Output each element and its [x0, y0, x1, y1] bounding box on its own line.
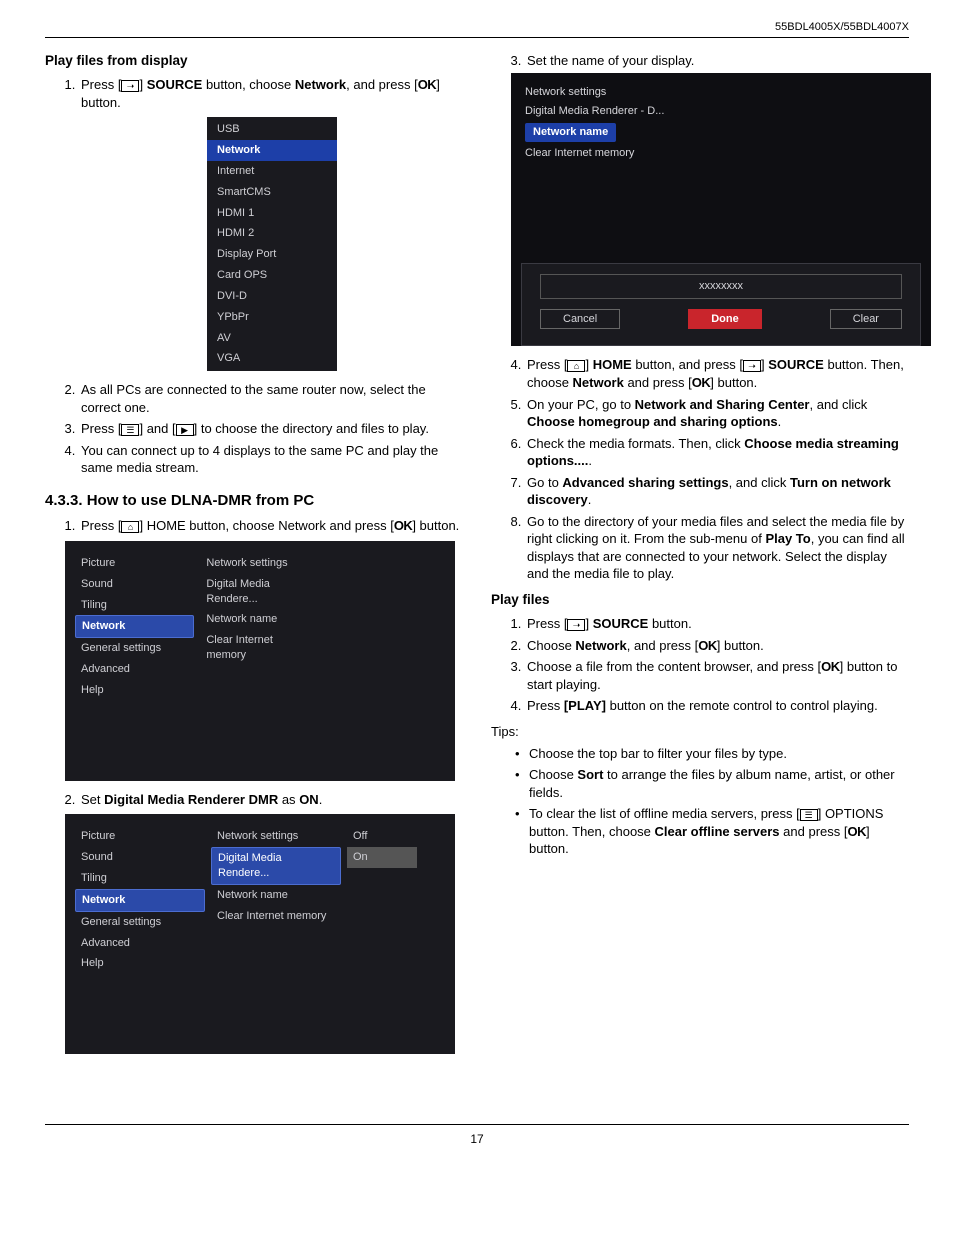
menu-item: HDMI 1 — [207, 203, 337, 224]
name-input-box: xxxxxxxx Cancel Done Clear — [521, 263, 921, 347]
left-column: Play files from display Press [➝] SOURCE… — [45, 52, 463, 1065]
step-4: You can connect up to 4 displays to the … — [79, 442, 463, 477]
dialog-buttons: Cancel Done Clear — [540, 309, 902, 330]
source-icon: ➝ — [567, 619, 585, 631]
tip-3: To clear the list of offline media serve… — [515, 805, 909, 858]
home-icon: ⌂ — [121, 521, 139, 533]
step-3: Press [☰] and [▶] to choose the director… — [79, 420, 463, 438]
menu-item: SmartCMS — [207, 182, 337, 203]
model-number: 55BDL4005X/55BDL4007X — [775, 21, 909, 33]
play-files-subhead: Play files — [491, 591, 909, 609]
nav-icon: ☰ — [121, 424, 139, 436]
page-header: 55BDL4005X/55BDL4007X — [45, 20, 909, 38]
play-files-heading: Play files from display — [45, 52, 463, 70]
menu-item: AV — [207, 328, 337, 349]
menu-item: USB — [207, 119, 337, 140]
dlna-step-2: Set Digital Media Renderer DMR as ON. Pi… — [79, 791, 463, 1055]
menu-item-selected: Network — [207, 140, 337, 161]
settings-mid-pane: Network settings Digital Media Rendere..… — [211, 826, 341, 1042]
dlna-steps-cont: Set the name of your display. Network se… — [491, 52, 909, 583]
dlna-step-5: On your PC, go to Network and Sharing Ce… — [525, 396, 909, 431]
play-files-steps-2: Press [➝] SOURCE button. Choose Network,… — [491, 615, 909, 715]
menu-item: HDMI 2 — [207, 223, 337, 244]
menu-item: Card OPS — [207, 265, 337, 286]
pf-step-3: Choose a file from the content browser, … — [525, 658, 909, 693]
menu-item: VGA — [207, 348, 337, 369]
dlna-heading: 4.3.3. How to use DLNA-DMR from PC — [45, 491, 463, 511]
menu-item: DVI-D — [207, 286, 337, 307]
dlna-step-3: Set the name of your display. Network se… — [525, 52, 909, 347]
page-footer: 17 — [45, 1124, 909, 1147]
play-files-steps: Press [➝] SOURCE button, choose Network,… — [45, 76, 463, 477]
network-name-list: Network settings Digital Media Renderer … — [511, 73, 931, 252]
dlna-step-8: Go to the directory of your media files … — [525, 513, 909, 583]
pf-step-4: Press [PLAY] button on the remote contro… — [525, 697, 909, 715]
pf-step-2: Choose Network, and press [OK] button. — [525, 637, 909, 655]
page-number: 17 — [470, 1132, 483, 1146]
dlna-step-1: Press [⌂] HOME button, choose Network an… — [79, 517, 463, 781]
dlna-step-7: Go to Advanced sharing settings, and cli… — [525, 474, 909, 509]
name-input[interactable]: xxxxxxxx — [540, 274, 902, 299]
right-column: Set the name of your display. Network se… — [491, 52, 909, 1065]
cancel-button[interactable]: Cancel — [540, 309, 620, 330]
settings-mid-pane: Network settings Digital Media Rendere..… — [200, 553, 319, 769]
network-name-selected: Network name — [525, 123, 616, 142]
done-button[interactable]: Done — [688, 309, 762, 330]
settings-left-pane: Picture Sound Tiling Network General set… — [75, 553, 194, 769]
tips-list: Choose the top bar to filter your files … — [491, 745, 909, 858]
pf-step-1: Press [➝] SOURCE button. — [525, 615, 909, 633]
source-menu: USB Network Internet SmartCMS HDMI 1 HDM… — [207, 117, 337, 371]
settings-right-pane: Off On — [347, 826, 417, 1042]
step-1: Press [➝] SOURCE button, choose Network,… — [79, 76, 463, 371]
settings-left-pane: Picture Sound Tiling Network General set… — [75, 826, 205, 1042]
settings-menu-2: Picture Sound Tiling Network General set… — [65, 814, 455, 1054]
nav-icon: ▶ — [176, 424, 194, 436]
step-2: As all PCs are connected to the same rou… — [79, 381, 463, 416]
menu-item: Internet — [207, 161, 337, 182]
tip-2: Choose Sort to arrange the files by albu… — [515, 766, 909, 801]
content-columns: Play files from display Press [➝] SOURCE… — [45, 52, 909, 1065]
dlna-step-6: Check the media formats. Then, click Cho… — [525, 435, 909, 470]
source-icon: ➝ — [743, 360, 761, 372]
dlna-steps: Press [⌂] HOME button, choose Network an… — [45, 517, 463, 1054]
tips-label: Tips: — [491, 723, 909, 741]
options-icon: ☰ — [800, 809, 818, 821]
home-icon: ⌂ — [567, 360, 585, 372]
menu-item: Display Port — [207, 244, 337, 265]
clear-button[interactable]: Clear — [830, 309, 902, 330]
tip-1: Choose the top bar to filter your files … — [515, 745, 909, 763]
menu-item: YPbPr — [207, 307, 337, 328]
source-icon: ➝ — [121, 80, 139, 92]
settings-menu-1: Picture Sound Tiling Network General set… — [65, 541, 455, 781]
network-name-dialog: Network settings Digital Media Renderer … — [511, 73, 931, 346]
dlna-step-4: Press [⌂] HOME button, and press [➝] SOU… — [525, 356, 909, 391]
